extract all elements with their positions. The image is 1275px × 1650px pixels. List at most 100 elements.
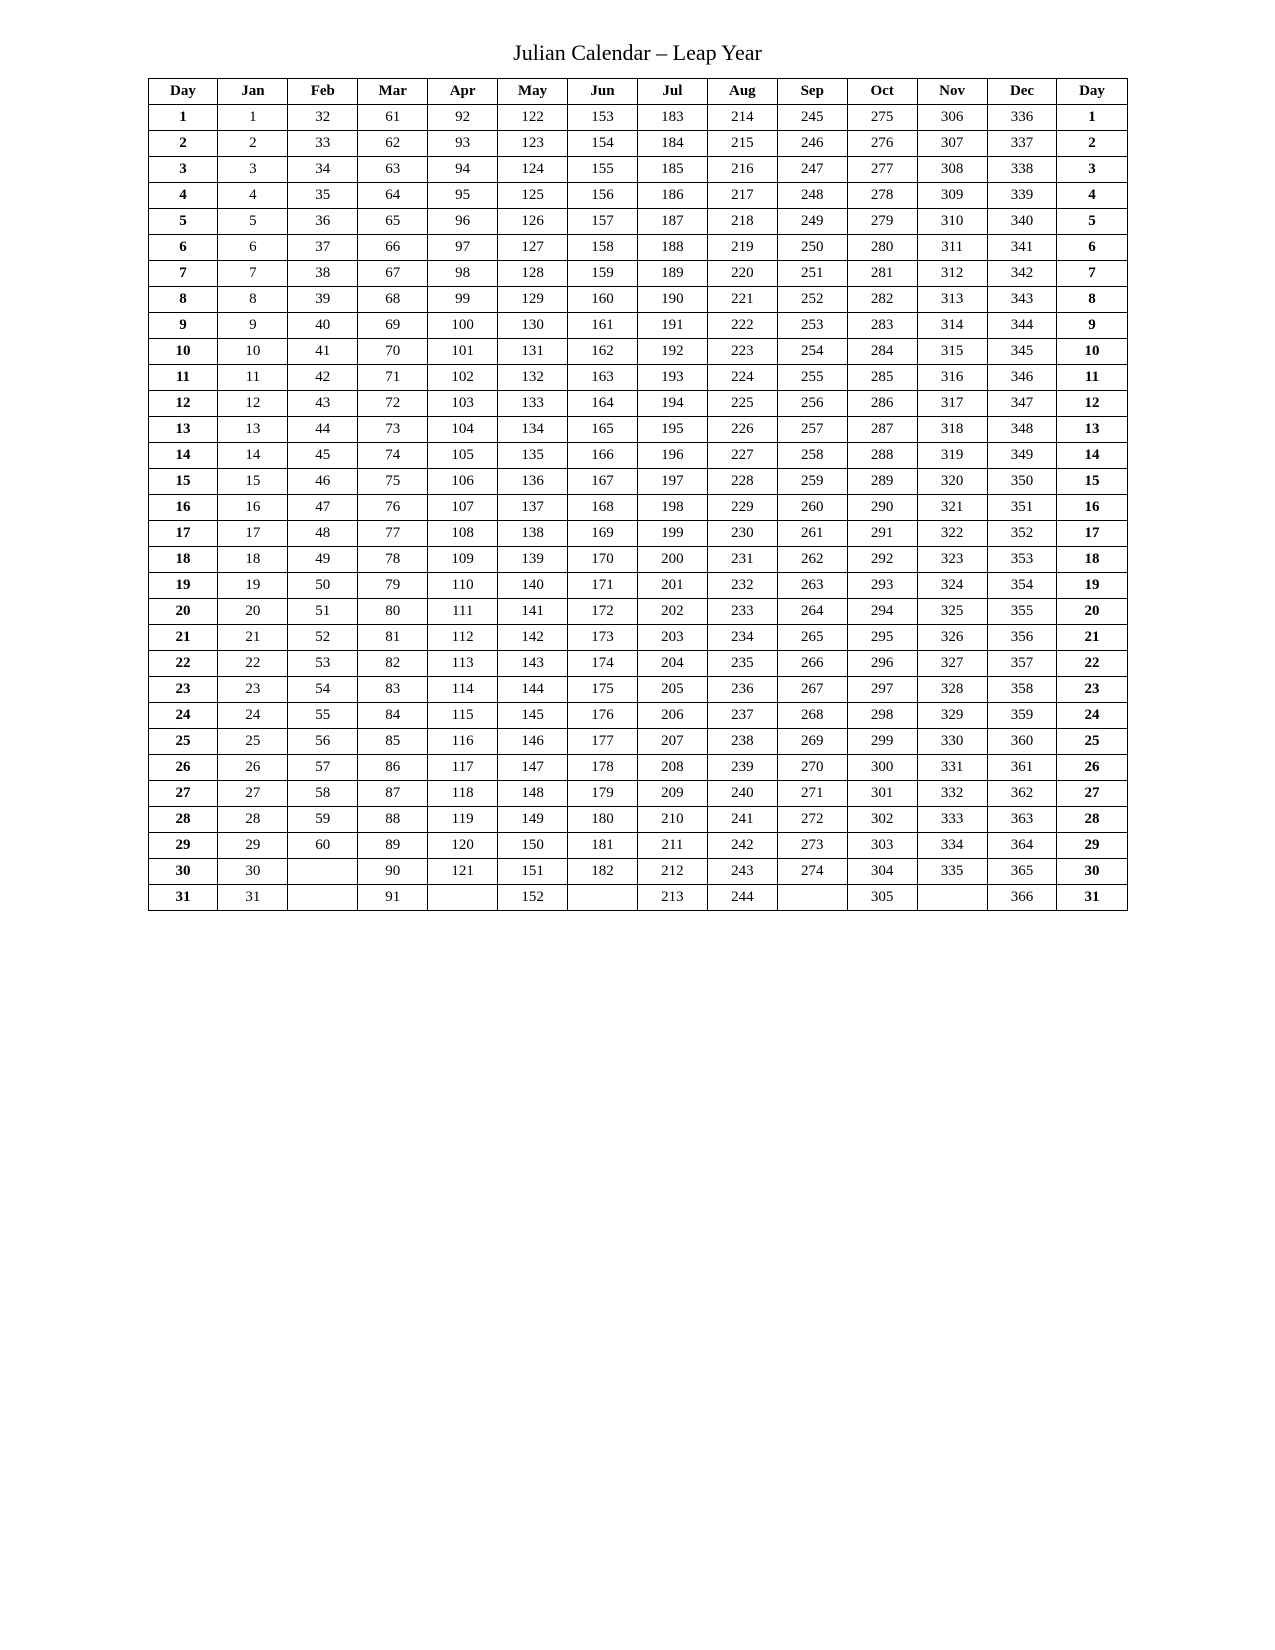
cell-may: 150 [498,833,568,859]
cell-apr: 118 [428,781,498,807]
table-row: 553665961261571872182492793103405 [148,209,1127,235]
cell-oct: 279 [847,209,917,235]
cell-dec: 366 [987,885,1057,911]
cell-oct: 305 [847,885,917,911]
cell-jul: 203 [637,625,707,651]
cell-mar: 83 [358,677,428,703]
julian-calendar-table: DayJanFebMarAprMayJunJulAugSepOctNovDecD… [148,78,1128,911]
cell-may: 126 [498,209,568,235]
cell-oct: 301 [847,781,917,807]
day-label: 2 [148,131,218,157]
table-row: 1717487710813816919923026129132235217 [148,521,1127,547]
cell-dec: 356 [987,625,1057,651]
cell-aug: 216 [707,157,777,183]
cell-apr: 93 [428,131,498,157]
cell-jan: 4 [218,183,288,209]
day-label: 23 [148,677,218,703]
cell-oct: 283 [847,313,917,339]
cell-dec: 351 [987,495,1057,521]
cell-oct: 287 [847,417,917,443]
day-label: 15 [148,469,218,495]
cell-jan: 9 [218,313,288,339]
cell-jun: 179 [568,781,638,807]
cell-nov: 333 [917,807,987,833]
cell-feb: 48 [288,521,358,547]
cell-apr: 95 [428,183,498,209]
table-row: 333463941241551852162472773083383 [148,157,1127,183]
cell-aug: 215 [707,131,777,157]
table-row: 2727588711814817920924027130133236227 [148,781,1127,807]
cell-may: 151 [498,859,568,885]
cell-jan: 2 [218,131,288,157]
cell-feb: 38 [288,261,358,287]
day-label-end: 31 [1057,885,1127,911]
cell-apr: 120 [428,833,498,859]
cell-aug: 227 [707,443,777,469]
cell-jan: 6 [218,235,288,261]
cell-jun: 175 [568,677,638,703]
cell-mar: 77 [358,521,428,547]
cell-feb: 47 [288,495,358,521]
cell-mar: 74 [358,443,428,469]
cell-sep: 271 [777,781,847,807]
day-label: 5 [148,209,218,235]
day-label: 17 [148,521,218,547]
cell-nov: 317 [917,391,987,417]
cell-mar: 78 [358,547,428,573]
cell-feb: 59 [288,807,358,833]
cell-jan: 8 [218,287,288,313]
table-row: 1414457410513516619622725828831934914 [148,443,1127,469]
day-label-end: 3 [1057,157,1127,183]
cell-apr: 103 [428,391,498,417]
cell-feb: 54 [288,677,358,703]
table-body: 1132619212215318321424527530633612233629… [148,105,1127,911]
cell-apr: 112 [428,625,498,651]
column-header-jun: Jun [568,79,638,105]
cell-nov: 315 [917,339,987,365]
table-row: 1313447310413416519522625728731834813 [148,417,1127,443]
column-header-oct: Oct [847,79,917,105]
cell-aug: 243 [707,859,777,885]
cell-jul: 193 [637,365,707,391]
cell-jan: 22 [218,651,288,677]
day-label-end: 9 [1057,313,1127,339]
cell-jan: 13 [218,417,288,443]
cell-dec: 358 [987,677,1057,703]
cell-mar: 86 [358,755,428,781]
day-label: 16 [148,495,218,521]
cell-may: 146 [498,729,568,755]
cell-jun: 176 [568,703,638,729]
cell-oct: 276 [847,131,917,157]
table-row: 2828598811914918021024127230233336328 [148,807,1127,833]
cell-nov: 329 [917,703,987,729]
cell-oct: 290 [847,495,917,521]
cell-sep: 253 [777,313,847,339]
cell-mar: 76 [358,495,428,521]
day-label: 19 [148,573,218,599]
cell-oct: 275 [847,105,917,131]
cell-jun: 161 [568,313,638,339]
cell-jan: 23 [218,677,288,703]
cell-jul: 191 [637,313,707,339]
cell-sep: 248 [777,183,847,209]
cell-apr: 105 [428,443,498,469]
cell-feb: 45 [288,443,358,469]
column-header-jul: Jul [637,79,707,105]
table-row: 1111427110213216319322425528531634611 [148,365,1127,391]
cell-apr: 111 [428,599,498,625]
cell-jun: 158 [568,235,638,261]
cell-mar: 82 [358,651,428,677]
table-row: 773867981281591892202512813123427 [148,261,1127,287]
cell-oct: 303 [847,833,917,859]
cell-aug: 235 [707,651,777,677]
cell-jul: 211 [637,833,707,859]
cell-mar: 62 [358,131,428,157]
cell-may: 127 [498,235,568,261]
cell-mar: 63 [358,157,428,183]
cell-may: 138 [498,521,568,547]
cell-jun: 164 [568,391,638,417]
cell-jan: 12 [218,391,288,417]
cell-feb: 32 [288,105,358,131]
table-row: 30309012115118221224327430433536530 [148,859,1127,885]
cell-sep: 264 [777,599,847,625]
